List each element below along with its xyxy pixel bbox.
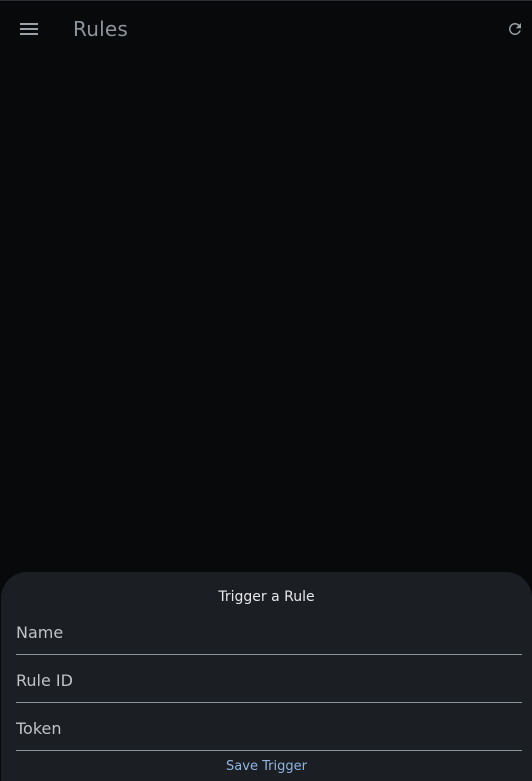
rule-id-field[interactable] [16, 654, 522, 704]
rules-list-area [0, 57, 532, 572]
sheet-title: Trigger a Rule [218, 589, 315, 605]
name-input[interactable] [16, 606, 522, 656]
token-input[interactable] [16, 702, 522, 752]
rule-id-input[interactable] [16, 654, 522, 704]
name-field[interactable] [16, 606, 522, 656]
trigger-rule-sheet: Trigger a Rule Save Trigger [1, 572, 532, 781]
refresh-button[interactable] [500, 14, 530, 44]
page-title: Rules [73, 17, 128, 41]
menu-button[interactable] [14, 14, 44, 44]
save-trigger-button[interactable]: Save Trigger [1, 759, 532, 775]
token-field[interactable] [16, 702, 522, 752]
app-bar: Rules [0, 1, 532, 57]
refresh-icon [508, 22, 521, 35]
menu-icon [20, 23, 38, 35]
